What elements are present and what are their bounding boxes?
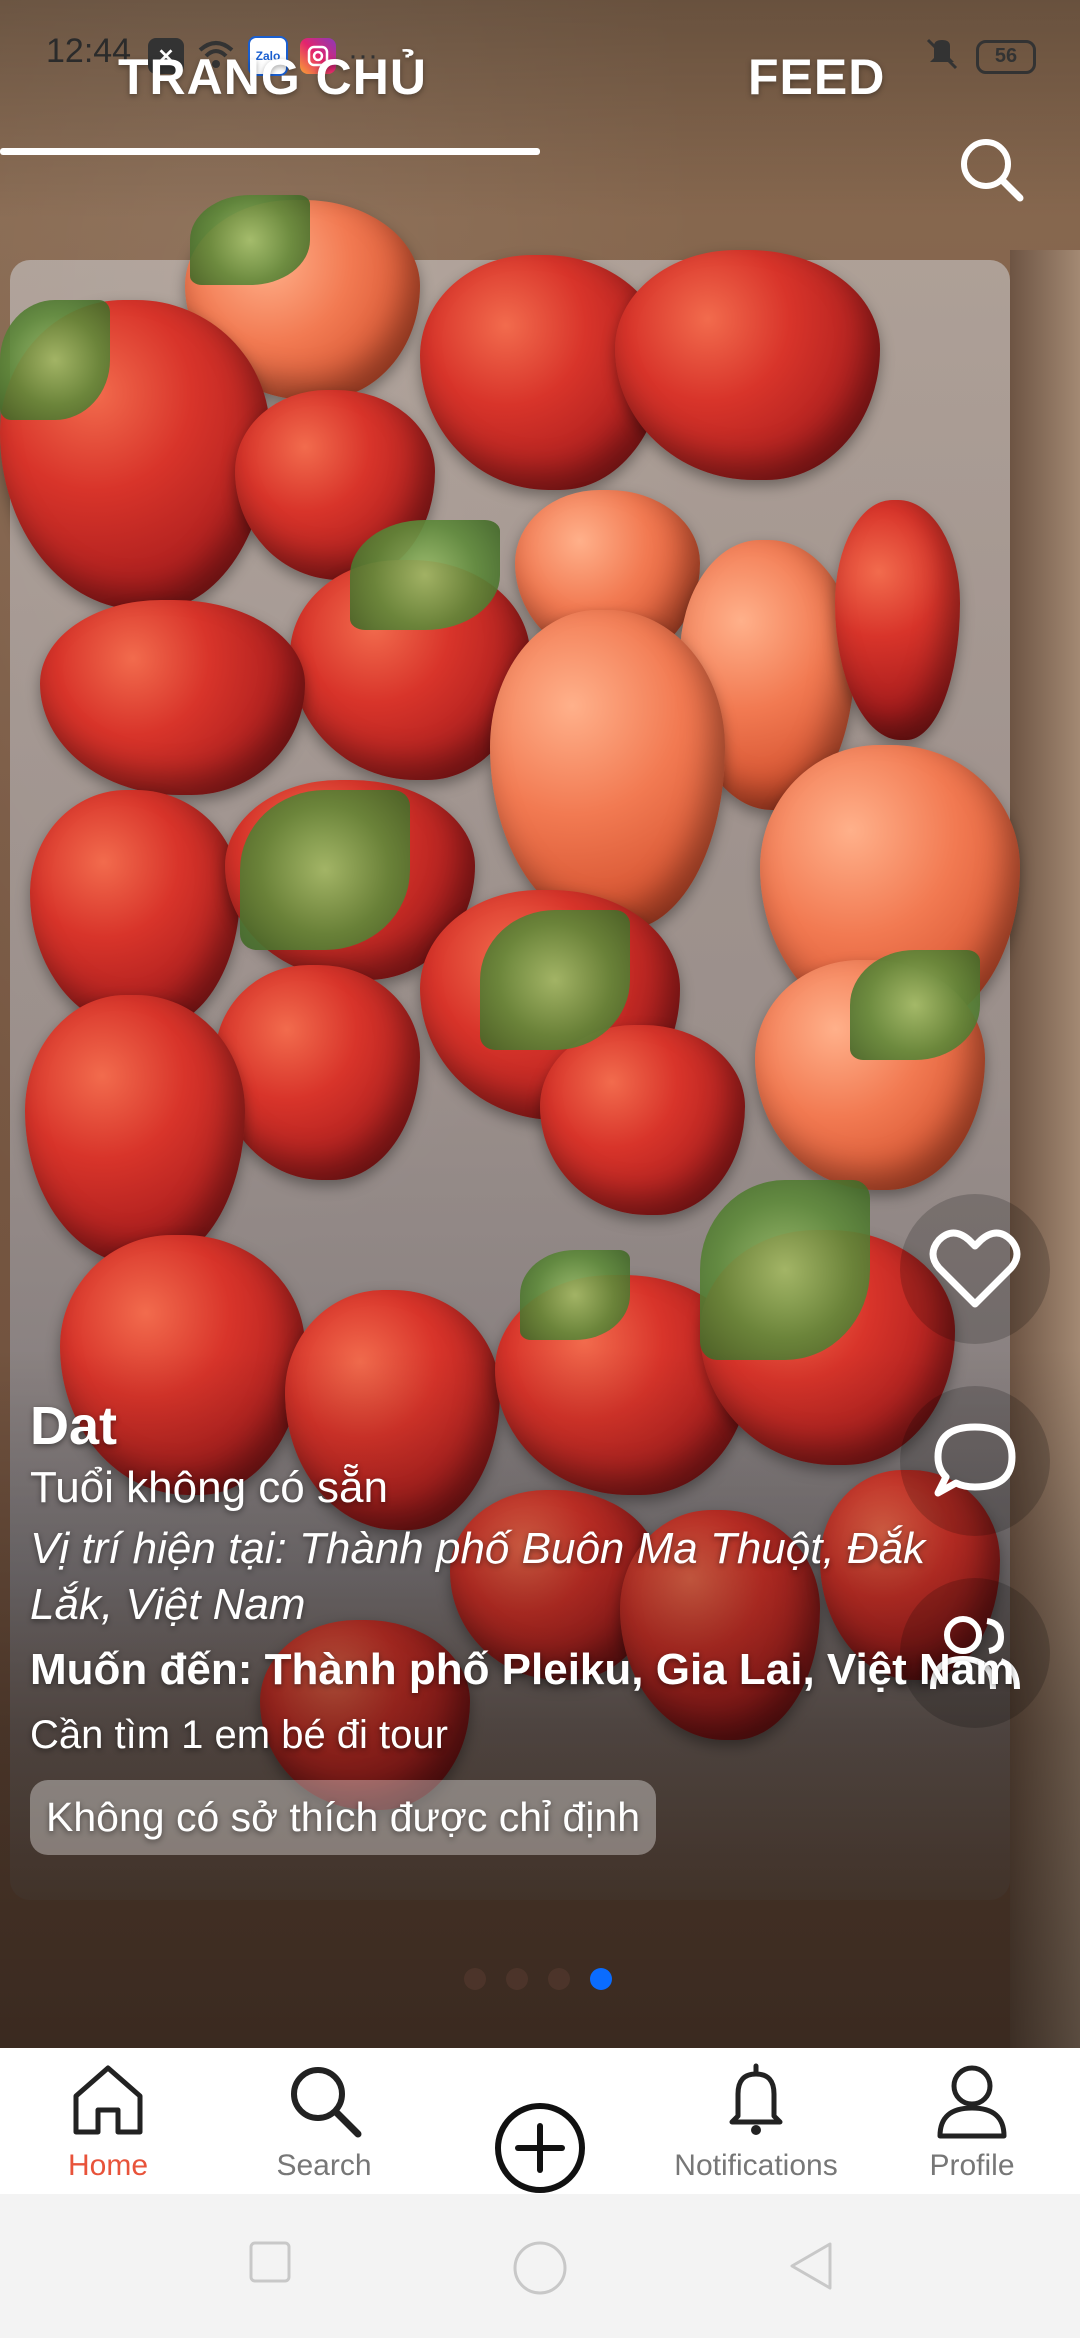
bell-icon bbox=[729, 2063, 783, 2135]
tab-home[interactable]: TRANG CHỦ bbox=[118, 48, 427, 106]
strawberry-leaf bbox=[350, 520, 500, 630]
search-icon[interactable] bbox=[956, 134, 1026, 204]
post-info: Dat Tuổi không có sẵn Vị trí hiện tại: T… bbox=[30, 1395, 1080, 1855]
post-description: Cần tìm 1 em bé đi tour bbox=[30, 1713, 448, 1757]
tab-feed[interactable]: FEED bbox=[748, 48, 885, 106]
pagination-dot-active[interactable] bbox=[590, 1968, 612, 1990]
image-pagination bbox=[464, 1968, 612, 1990]
strawberry-leaf bbox=[520, 1250, 630, 1340]
strawberry-leaf bbox=[480, 910, 630, 1050]
post-destination: Muốn đến: Thành phố Pleiku, Gia Lai, Việ… bbox=[30, 1645, 1015, 1694]
nav-profile-label: Profile bbox=[929, 2149, 1015, 2182]
system-nav-bar bbox=[0, 2194, 1080, 2338]
search-icon bbox=[291, 2067, 362, 2138]
nav-profile[interactable]: Profile bbox=[872, 2060, 1072, 2183]
pagination-dot[interactable] bbox=[506, 1968, 528, 1990]
pagination-dot[interactable] bbox=[548, 1968, 570, 1990]
nav-search-label: Search bbox=[276, 2149, 372, 2182]
home-icon bbox=[73, 2065, 143, 2135]
tab-indicator bbox=[0, 148, 540, 155]
heart-icon bbox=[929, 1229, 1021, 1308]
post-age: Tuổi không có sẵn bbox=[30, 1463, 388, 1512]
pagination-dot[interactable] bbox=[464, 1968, 486, 1990]
circle-icon bbox=[513, 2241, 567, 2295]
square-icon bbox=[249, 2241, 291, 2283]
home-system-button[interactable] bbox=[512, 2240, 568, 2301]
profile-icon bbox=[937, 2065, 1007, 2139]
nav-search[interactable]: Search bbox=[224, 2060, 424, 2183]
add-circle-icon bbox=[495, 2103, 585, 2193]
post-user-name[interactable]: Dat bbox=[30, 1395, 1080, 1457]
top-tabs: TRANG CHỦ FEED bbox=[0, 40, 1080, 160]
bottom-nav: Home Search Notifications Profile bbox=[0, 2048, 1080, 2194]
back-button[interactable] bbox=[786, 2240, 834, 2297]
strawberry-leaf bbox=[850, 950, 980, 1060]
like-button[interactable] bbox=[900, 1194, 1050, 1344]
nav-home[interactable]: Home bbox=[8, 2060, 208, 2183]
strawberry-leaf bbox=[700, 1180, 870, 1360]
back-triangle-icon bbox=[790, 2242, 832, 2290]
strawberry-leaf bbox=[240, 790, 410, 950]
recents-button[interactable] bbox=[248, 2240, 292, 2289]
add-post-button[interactable] bbox=[440, 2100, 640, 2201]
interest-chip: Không có sở thích được chỉ định bbox=[30, 1780, 657, 1855]
nav-notifications[interactable]: Notifications bbox=[656, 2060, 856, 2183]
post-location: Vị trí hiện tại: Thành phố Buôn Ma Thuột… bbox=[30, 1524, 926, 1629]
nav-notifications-label: Notifications bbox=[674, 2149, 838, 2182]
nav-home-label: Home bbox=[67, 2149, 149, 2182]
strawberry-leaf bbox=[0, 300, 110, 420]
